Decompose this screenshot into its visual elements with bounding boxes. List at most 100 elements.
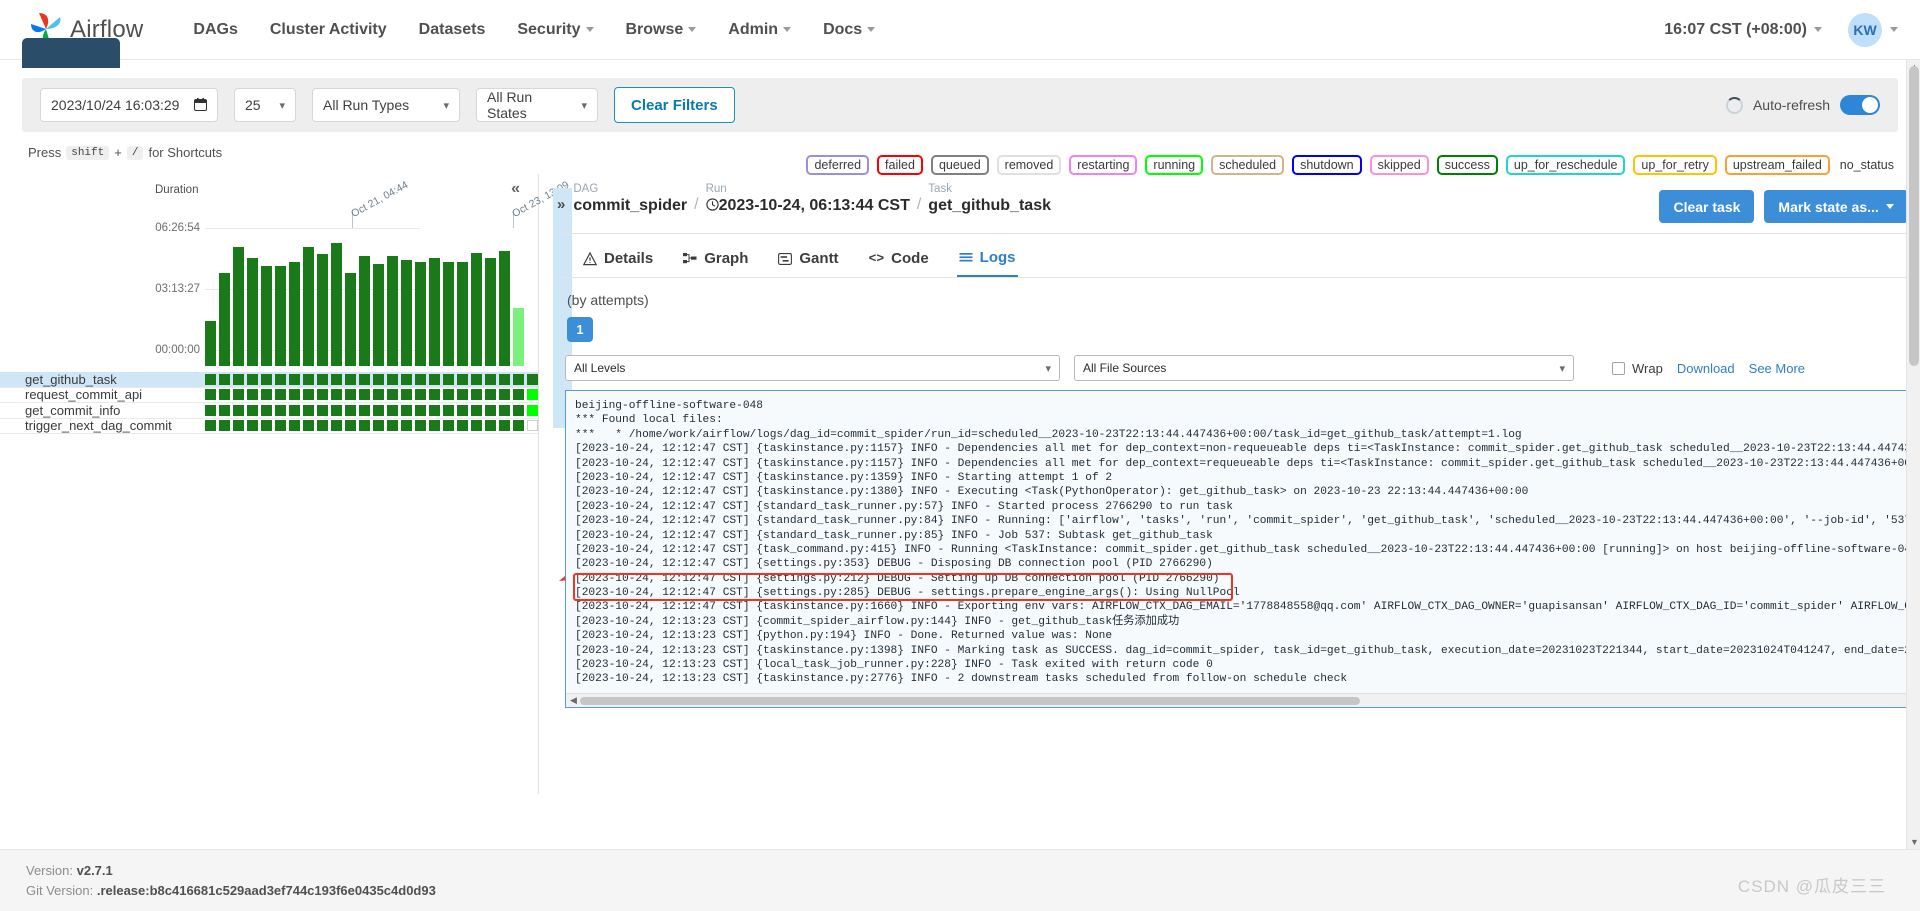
duration-bar[interactable] — [471, 252, 482, 366]
base-date-input[interactable]: 2023/10/24 16:03:29 — [40, 88, 218, 122]
log-level-select[interactable]: All Levels ▾ — [565, 355, 1060, 381]
duration-bar[interactable] — [513, 308, 524, 366]
legend-badge-queued[interactable]: queued — [930, 155, 989, 175]
task-instance-square[interactable] — [359, 404, 370, 416]
breadcrumb-dag[interactable]: DAG commit_spider — [573, 182, 687, 216]
tab-graph[interactable]: Graph — [681, 244, 750, 276]
task-instance-square[interactable] — [317, 389, 328, 401]
task-instance-square[interactable] — [289, 420, 300, 432]
task-instance-square[interactable] — [289, 373, 300, 385]
task-instance-square[interactable] — [331, 420, 342, 432]
task-instance-square[interactable] — [261, 373, 272, 385]
wrap-checkbox[interactable] — [1612, 361, 1625, 375]
task-instance-square[interactable] — [303, 404, 314, 416]
timezone-selector[interactable]: 16:07 CST (+08:00) — [1664, 21, 1822, 39]
task-instance-square[interactable] — [289, 389, 300, 401]
duration-bar[interactable] — [415, 261, 426, 366]
attempt-button-1[interactable]: 1 — [567, 317, 593, 342]
task-instance-square[interactable] — [401, 404, 412, 416]
duration-bar[interactable] — [205, 320, 216, 366]
task-instance-square[interactable] — [485, 373, 496, 385]
task-instance-square[interactable] — [485, 420, 496, 432]
task-instance-square[interactable] — [387, 404, 398, 416]
task-instance-square[interactable] — [527, 389, 538, 401]
task-instance-square[interactable] — [387, 389, 398, 401]
task-instance-square[interactable] — [401, 420, 412, 432]
task-instance-square[interactable] — [359, 389, 370, 401]
task-instance-square[interactable] — [485, 389, 496, 401]
log-source-select[interactable]: All File Sources ▾ — [1074, 355, 1574, 381]
task-instance-square[interactable] — [345, 373, 356, 385]
task-instance-square[interactable] — [527, 373, 538, 385]
task-instance-square[interactable] — [471, 420, 482, 432]
task-instance-square[interactable] — [513, 373, 524, 385]
task-instance-square[interactable] — [401, 389, 412, 401]
log-horizontal-scrollbar[interactable]: ◀ ▶ — [566, 693, 1920, 707]
task-row[interactable]: trigger_next_dag_commit — [0, 418, 538, 434]
legend-badge-success[interactable]: success — [1436, 155, 1498, 175]
nav-link-security[interactable]: Security — [501, 13, 609, 47]
task-instance-square[interactable] — [457, 404, 468, 416]
task-instance-square[interactable] — [345, 404, 356, 416]
duration-bar[interactable] — [457, 261, 468, 366]
task-instance-square[interactable] — [373, 389, 384, 401]
run-type-select[interactable]: All Run Types ▾ — [312, 88, 460, 122]
task-instance-square[interactable] — [443, 420, 454, 432]
task-instance-square[interactable] — [275, 420, 286, 432]
duration-bar[interactable] — [219, 273, 230, 366]
task-instance-square[interactable] — [359, 420, 370, 432]
task-instance-square[interactable] — [233, 420, 244, 432]
clear-filters-button[interactable]: Clear Filters — [614, 87, 735, 123]
duration-bar[interactable] — [261, 265, 272, 366]
task-instance-square[interactable] — [457, 389, 468, 401]
num-runs-select[interactable]: 25 ▾ — [234, 88, 296, 122]
legend-badge-shutdown[interactable]: shutdown — [1292, 155, 1362, 175]
duration-bar[interactable] — [401, 260, 412, 366]
duration-bar[interactable] — [373, 263, 384, 366]
page-scrollbar[interactable]: ▲ ▼ — [1906, 60, 1920, 849]
task-instance-square[interactable] — [303, 420, 314, 432]
task-instance-square[interactable] — [443, 389, 454, 401]
task-instance-square[interactable] — [219, 420, 230, 432]
task-instance-square[interactable] — [205, 373, 216, 385]
task-instance-square[interactable] — [219, 404, 230, 416]
legend-badge-deferred[interactable]: deferred — [806, 155, 870, 175]
duration-bar[interactable] — [303, 246, 314, 366]
tab-logs[interactable]: Logs — [956, 243, 1018, 277]
task-row[interactable]: get_commit_info — [0, 403, 538, 419]
task-instance-square[interactable] — [499, 373, 510, 385]
task-instance-square[interactable] — [457, 373, 468, 385]
duration-bar[interactable] — [289, 261, 300, 366]
task-instance-square[interactable] — [261, 420, 272, 432]
legend-badge-no-status[interactable]: no_status — [1837, 157, 1896, 173]
task-instance-square[interactable] — [205, 389, 216, 401]
task-instance-square[interactable] — [233, 373, 244, 385]
duration-bar[interactable] — [443, 261, 454, 366]
task-instance-square[interactable] — [387, 420, 398, 432]
dag-grid-subtab[interactable] — [22, 38, 120, 68]
nav-link-cluster-activity[interactable]: Cluster Activity — [254, 13, 403, 47]
task-instance-square[interactable] — [261, 389, 272, 401]
task-instance-square[interactable] — [317, 373, 328, 385]
task-instance-square[interactable] — [429, 389, 440, 401]
task-instance-square[interactable] — [317, 404, 328, 416]
download-logs-link[interactable]: Download — [1677, 361, 1735, 376]
duration-bar[interactable] — [485, 258, 496, 366]
task-instance-square[interactable] — [415, 420, 426, 432]
legend-badge-up-for-retry[interactable]: up_for_retry — [1633, 155, 1717, 175]
task-row[interactable]: request_commit_api — [0, 387, 538, 403]
legend-badge-up-for-reschedule[interactable]: up_for_reschedule — [1505, 155, 1626, 175]
breadcrumb-run[interactable]: Run 2023-10-24, 06:13:44 CST — [706, 182, 910, 216]
task-instance-square[interactable] — [429, 420, 440, 432]
task-instance-square[interactable] — [415, 404, 426, 416]
log-output-box[interactable]: beijing-offline-software-048 *** Found lo… — [565, 390, 1920, 708]
nav-link-browse[interactable]: Browse — [610, 13, 713, 47]
auto-refresh-toggle[interactable] — [1840, 95, 1880, 115]
task-instance-square[interactable] — [331, 389, 342, 401]
task-instance-square[interactable] — [219, 373, 230, 385]
duration-bar[interactable] — [247, 258, 258, 366]
tab-gantt[interactable]: Gantt — [776, 244, 840, 276]
task-instance-square[interactable] — [373, 404, 384, 416]
task-instance-square[interactable] — [373, 373, 384, 385]
task-instance-square[interactable] — [303, 389, 314, 401]
